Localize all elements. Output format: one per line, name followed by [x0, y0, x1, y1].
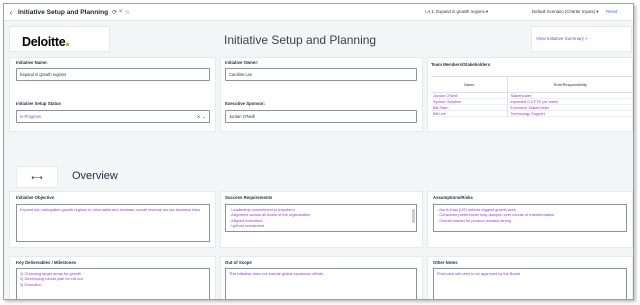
move-icon[interactable]: ⟷ [16, 166, 58, 188]
notes-textarea[interactable]: Final plan will need to be approved by t… [433, 268, 627, 299]
scope-label: Out of Scope [225, 260, 252, 265]
share-icon[interactable]: < [119, 9, 123, 15]
notes-label: Other Notes [433, 260, 458, 265]
initiative-owner-label: Initiative Owner: [225, 60, 259, 65]
initiative-status-select[interactable]: In Progress ✕ ⌄ [16, 110, 210, 123]
success-textarea[interactable]: - Leadership commitment to transform - A… [225, 204, 417, 232]
executive-sponsor-input[interactable]: Jordan O'Neill [225, 110, 417, 123]
deloitte-logo: Deloitte [22, 35, 70, 49]
initiative-name-input[interactable]: Expand in growth regions [16, 68, 210, 81]
sync-icon[interactable]: ⟳ [112, 9, 117, 16]
success-scrollbar[interactable] [412, 209, 415, 223]
assumptions-textarea[interactable]: - North East (US) reflects biggest growt… [433, 204, 627, 232]
objective-textarea[interactable]: Expand into anticipated growth regions t… [16, 204, 210, 242]
team-column-role: Role/Responsibility [507, 76, 632, 93]
app-window: ‹ Initiative Setup and Planning ⟳ < ☆ I.… [3, 3, 634, 300]
view-summary-link[interactable]: View Initiative Summary > [536, 36, 588, 41]
team-table: Name Role/Responsibility Jordan O'Neill … [431, 76, 632, 117]
chevron-left-icon[interactable]: ‹ [4, 8, 18, 17]
page-title: Initiative Setup and Planning [18, 8, 109, 16]
star-icon[interactable]: ☆ [125, 9, 130, 16]
initiative-name-label: Initiative Name: [16, 60, 48, 65]
main-title: Initiative Setup and Planning [224, 33, 377, 47]
scope-textarea[interactable]: This initiative does not include global … [225, 268, 417, 299]
list-item: 3) Execution [20, 281, 42, 287]
initiative-status-label: Initiative Setup Status [16, 101, 61, 106]
top-bar: ‹ Initiative Setup and Planning ⟳ < ☆ I.… [4, 4, 633, 21]
deliverables-label: Key Deliverables / Milestones [16, 260, 77, 265]
team-title: Team Members/Stakeholders [431, 62, 491, 67]
list-item: - Overall market for product remains str… [437, 217, 512, 223]
scenario-select[interactable]: Default Scenario (Charter Inputs) ▾ [532, 9, 598, 15]
deliverables-textarea[interactable]: 1) Choosing target areas for growth 2) D… [16, 268, 210, 299]
team-column-name: Name [431, 76, 508, 93]
initiative-select[interactable]: I.A.1: Expand in growth regions ▾ [425, 9, 488, 15]
assumptions-label: Assumptions/Risks [433, 195, 473, 200]
objective-label: Initiative Objective [16, 195, 54, 200]
initiative-owner-input[interactable]: Caroline Lee [225, 68, 417, 81]
executive-sponsor-label: Executive Sponsor: [225, 101, 266, 106]
chevron-down-icon[interactable]: ⌄ [203, 114, 206, 119]
team-member-role: Technology Support [507, 110, 632, 117]
table-row[interactable]: Bill Lee Technology Support [431, 110, 632, 117]
list-item: - Upfront investment [229, 222, 265, 228]
team-member-name: Bill Lee [431, 110, 508, 117]
reset-button[interactable]: Reset [606, 9, 617, 14]
clear-icon[interactable]: ✕ [197, 114, 200, 119]
overview-title: Overview [72, 170, 118, 182]
success-label: Success Requirements [225, 195, 273, 200]
